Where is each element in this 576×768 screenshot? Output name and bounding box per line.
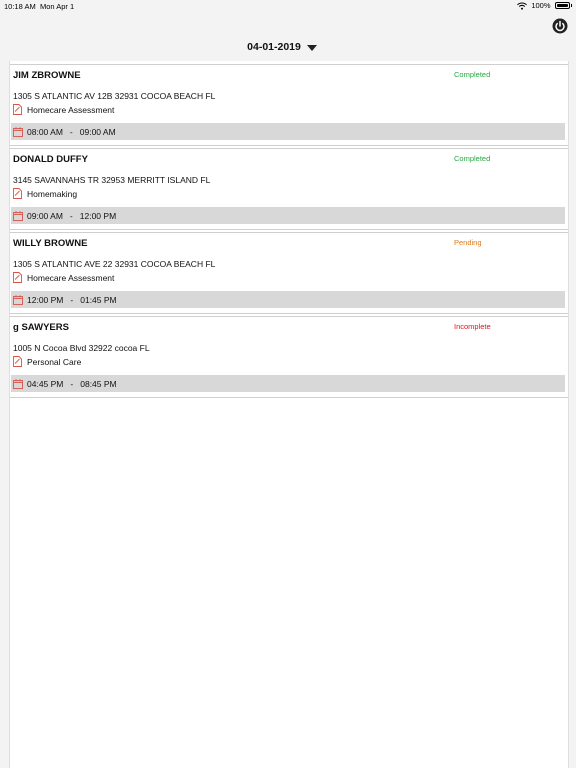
appointment-card[interactable]: JIM ZBROWNE Completed 1305 S ATLANTIC AV… bbox=[10, 64, 568, 146]
start-time: 12:00 PM bbox=[27, 294, 64, 305]
time-separator: - bbox=[69, 210, 73, 221]
client-address: 3145 SAVANNAHS TR 32953 MERRITT ISLAND F… bbox=[13, 175, 211, 185]
appointment-card[interactable]: g SAWYERS Incomplete 1005 N Cocoa Blvd 3… bbox=[10, 316, 568, 398]
time-bar: 04:45 PM - 08:45 PM bbox=[11, 375, 565, 392]
battery-percent: 100% bbox=[531, 1, 551, 10]
document-icon bbox=[13, 104, 22, 115]
battery-icon bbox=[554, 2, 570, 9]
wifi-icon bbox=[517, 2, 528, 10]
service-name: Homecare Assessment bbox=[27, 272, 115, 283]
client-address: 1005 N Cocoa Blvd 32922 cocoa FL bbox=[13, 343, 150, 353]
appointment-card[interactable]: WILLY BROWNE Pending 1305 S ATLANTIC AVE… bbox=[10, 232, 568, 314]
service-row: Homecare Assessment bbox=[13, 104, 114, 115]
chevron-down-icon bbox=[306, 45, 317, 51]
service-name: Homemaking bbox=[27, 188, 78, 199]
status-bar: 10:18 AM Mon Apr 1 100% bbox=[0, 0, 576, 12]
time-separator: - bbox=[69, 126, 73, 137]
end-time: 08:45 PM bbox=[80, 378, 117, 389]
power-icon[interactable] bbox=[552, 18, 568, 34]
time-bar: 12:00 PM - 01:45 PM bbox=[11, 291, 565, 308]
status-right: 100% bbox=[517, 1, 572, 10]
status-label: Incomplete bbox=[454, 322, 491, 331]
time-separator: - bbox=[70, 294, 74, 305]
document-icon bbox=[13, 356, 22, 367]
client-address: 1305 S ATLANTIC AV 12B 32931 COCOA BEACH… bbox=[13, 91, 216, 101]
end-time: 12:00 PM bbox=[79, 210, 117, 221]
battery-cap bbox=[570, 4, 572, 7]
start-time: 04:45 PM bbox=[27, 378, 64, 389]
appointment-list: JIM ZBROWNE Completed 1305 S ATLANTIC AV… bbox=[9, 61, 569, 768]
client-address: 1305 S ATLANTIC AVE 22 32931 COCOA BEACH… bbox=[13, 259, 216, 269]
client-name: JIM ZBROWNE bbox=[13, 70, 81, 81]
service-row: Homecare Assessment bbox=[13, 272, 114, 283]
end-time: 01:45 PM bbox=[80, 294, 117, 305]
start-time: 09:00 AM bbox=[27, 210, 63, 221]
client-name: DONALD DUFFY bbox=[13, 154, 88, 165]
calendar-icon bbox=[13, 378, 23, 389]
client-name: WILLY BROWNE bbox=[13, 238, 88, 249]
calendar-icon bbox=[13, 210, 23, 221]
time-separator: - bbox=[70, 378, 74, 389]
time-bar: 08:00 AM - 09:00 AM bbox=[11, 123, 565, 140]
service-name: Homecare Assessment bbox=[27, 104, 115, 115]
document-icon bbox=[13, 188, 22, 199]
start-time: 08:00 AM bbox=[27, 126, 63, 137]
calendar-icon bbox=[13, 126, 23, 137]
service-row: Personal Care bbox=[13, 356, 81, 367]
status-time: 10:18 AM bbox=[4, 2, 36, 11]
calendar-icon bbox=[13, 294, 23, 305]
status-label: Pending bbox=[454, 238, 482, 247]
appointment-card[interactable]: DONALD DUFFY Completed 3145 SAVANNAHS TR… bbox=[10, 148, 568, 230]
document-icon bbox=[13, 272, 22, 283]
end-time: 09:00 AM bbox=[79, 126, 116, 137]
client-name: g SAWYERS bbox=[13, 322, 69, 333]
status-label: Completed bbox=[454, 70, 491, 79]
date-selector[interactable]: 04-01-2019 bbox=[0, 39, 576, 55]
selected-date: 04-01-2019 bbox=[247, 41, 301, 53]
status-date: Mon Apr 1 bbox=[40, 2, 75, 11]
service-row: Homemaking bbox=[13, 188, 77, 199]
status-label: Completed bbox=[454, 154, 491, 163]
time-bar: 09:00 AM - 12:00 PM bbox=[11, 207, 565, 224]
service-name: Personal Care bbox=[27, 356, 82, 367]
